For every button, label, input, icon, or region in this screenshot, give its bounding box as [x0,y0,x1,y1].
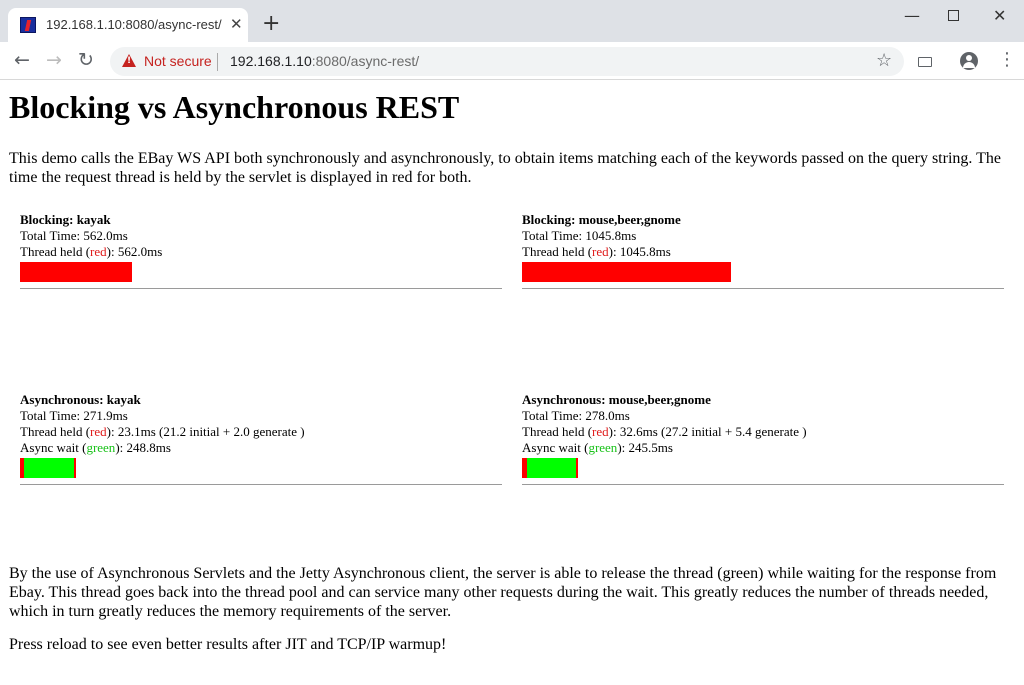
address-separator [217,53,218,71]
held-color-word: red [592,244,609,259]
held-prefix: Thread held ( [20,424,91,439]
total-time: Total Time: 1045.8ms [522,228,637,243]
wait-suffix: ): 245.5ms [617,440,673,455]
menu-icon[interactable]: ⋮ [998,49,1016,71]
warning-icon[interactable] [122,54,136,67]
held-color-word: red [592,424,609,439]
back-arrow-icon[interactable]: ← [14,49,30,71]
held-bar [20,262,132,282]
tab-title: 192.168.1.10:8080/async-rest/ [46,17,222,32]
wait-prefix: Async wait ( [522,440,589,455]
panel-title: Blocking: mouse,beer,gnome [522,212,681,227]
held-color-word: red [90,424,107,439]
held-suffix: ): 23.1ms (21.2 initial + 2.0 generate ) [106,424,305,439]
panel-divider [522,288,1004,289]
url-host: 192.168.1.10 [230,53,312,69]
panel-async-multi: Asynchronous: mouse,beer,gnome Total Tim… [522,392,1004,485]
panel-title: Blocking: kayak [20,212,111,227]
thread-held-line: Thread held (red): 1045.8ms [522,244,1004,260]
panel-title: Asynchronous: mouse,beer,gnome [522,392,711,407]
held-bar [522,262,731,282]
total-time: Total Time: 278.0ms [522,408,630,423]
account-icon[interactable] [960,52,978,70]
thread-held-line: Thread held (red): 23.1ms (21.2 initial … [20,424,502,440]
panel-divider [522,484,1004,485]
window-close-icon[interactable]: ✕ [993,6,1006,26]
tab-strip: 192.168.1.10:8080/async-rest/ ✕ + — ✕ [0,0,1024,42]
thread-held-line: Thread held (red): 562.0ms [20,244,502,260]
panel-blocking-multi: Blocking: mouse,beer,gnome Total Time: 1… [522,212,1004,289]
total-time: Total Time: 271.9ms [20,408,128,423]
page-content: Blocking vs Asynchronous REST This demo … [0,81,1024,685]
panel-divider [20,484,502,485]
panel-divider [20,288,502,289]
browser-tab[interactable]: 192.168.1.10:8080/async-rest/ ✕ [8,8,248,42]
held-suffix: ): 32.6ms (27.2 initial + 5.4 generate ) [608,424,807,439]
reload-note: Press reload to see even better results … [9,636,447,653]
not-secure-label[interactable]: Not secure [144,53,212,69]
async-wait-line: Async wait (green): 248.8ms [20,440,502,456]
address-bar[interactable]: Not secure 192.168.1.10:8080/async-rest/… [110,47,904,76]
panel-title: Asynchronous: kayak [20,392,141,407]
held-prefix: Thread held ( [522,424,593,439]
minimize-icon[interactable]: — [904,6,920,26]
explanation-paragraph: By the use of Asynchronous Servlets and … [9,565,997,620]
wait-color-word: green [86,440,116,455]
wait-suffix: ): 248.8ms [115,440,171,455]
wait-color-word: green [588,440,618,455]
held-prefix: Thread held ( [522,244,593,259]
wait-bar [24,458,74,478]
intro-paragraph: This demo calls the EBay WS API both syn… [9,150,1001,186]
reload-icon[interactable]: ↻ [78,49,94,71]
held-prefix: Thread held ( [20,244,91,259]
total-time: Total Time: 562.0ms [20,228,128,243]
held-generate-bar [74,458,76,478]
tab-close-icon[interactable]: ✕ [230,15,243,33]
wait-prefix: Async wait ( [20,440,87,455]
maximize-icon[interactable] [948,6,959,26]
held-generate-bar [576,458,578,478]
panel-blocking-kayak: Blocking: kayak Total Time: 562.0ms Thre… [20,212,502,289]
url-text[interactable]: 192.168.1.10:8080/async-rest/ [230,53,419,69]
url-path: :8080/async-rest/ [311,53,420,69]
held-suffix: ): 562.0ms [106,244,163,259]
wait-bar [527,458,576,478]
held-suffix: ): 1045.8ms [608,244,671,259]
favicon [20,17,36,33]
browser-toolbar: ← → ↻ Not secure 192.168.1.10:8080/async… [0,42,1024,80]
forward-arrow-icon[interactable]: → [46,49,62,71]
new-tab-plus-icon[interactable]: + [262,13,280,35]
panel-async-kayak: Asynchronous: kayak Total Time: 271.9ms … [20,392,502,485]
cast-icon[interactable] [918,57,932,67]
bookmark-star-icon[interactable]: ☆ [876,50,892,71]
page-title: Blocking vs Asynchronous REST [9,89,460,125]
thread-held-line: Thread held (red): 32.6ms (27.2 initial … [522,424,1004,440]
held-color-word: red [90,244,107,259]
async-wait-line: Async wait (green): 245.5ms [522,440,1004,456]
